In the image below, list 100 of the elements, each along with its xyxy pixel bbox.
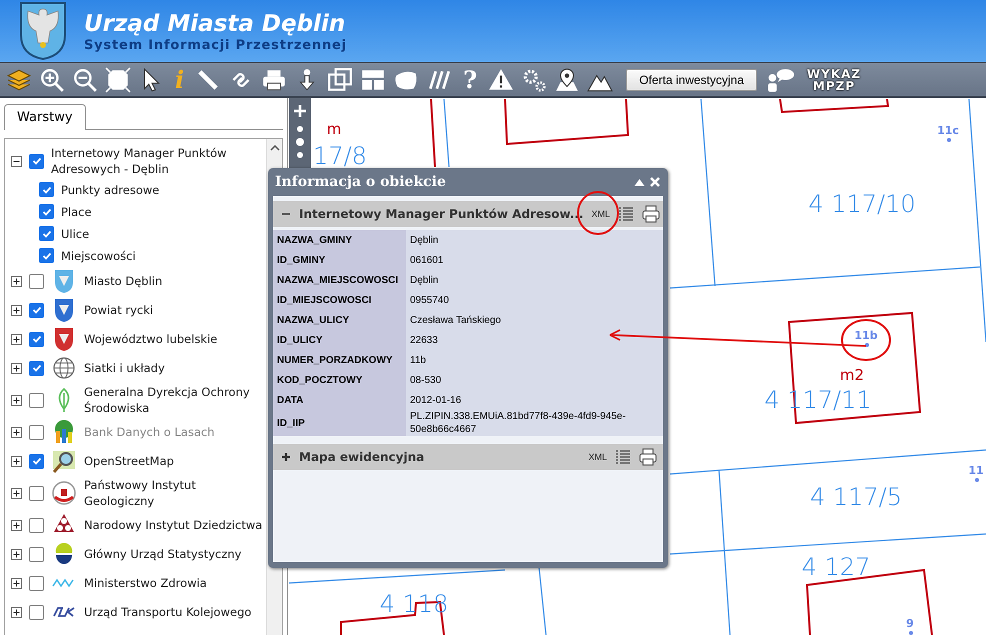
expand-icon[interactable] <box>11 276 22 286</box>
building-label: m2 <box>840 366 864 384</box>
attribute-value: 061601 <box>406 250 663 270</box>
layers-tab[interactable]: Warstwy <box>4 104 86 130</box>
layer-checkbox[interactable] <box>29 518 44 532</box>
list-icon[interactable] <box>618 206 634 222</box>
layer-checkbox[interactable] <box>39 204 54 219</box>
attribute-value: Dęblin <box>406 230 663 250</box>
expand-icon[interactable] <box>11 362 22 374</box>
expand-icon[interactable] <box>11 456 22 466</box>
layer-name: OpenStreetMap <box>84 453 174 469</box>
highlight-circle <box>841 319 891 361</box>
close-icon[interactable] <box>649 176 661 188</box>
layer-name: Bank Danych o Lasach <box>84 424 215 440</box>
layer-name: Miejscowości <box>61 248 136 264</box>
checkmark-icon <box>30 304 42 316</box>
app-subtitle: System Informacji Przestrzennej <box>84 38 347 52</box>
expand-icon[interactable] <box>11 578 22 588</box>
layer-checkbox[interactable] <box>29 332 44 346</box>
attribute-name: KOD_POCZTOWY <box>273 370 406 390</box>
attribute-name: DATA <box>273 390 406 410</box>
map-magnifier-icon <box>51 448 77 474</box>
checkmark-icon <box>30 333 42 345</box>
section-header[interactable]: Mapa ewidencyjna XML <box>273 444 663 470</box>
layer-checkbox[interactable] <box>29 546 44 562</box>
print-icon[interactable] <box>642 205 660 223</box>
attribute-name: NAZWA_GMINY <box>273 230 406 250</box>
section-title: Mapa ewidencyjna <box>299 450 426 464</box>
layer-checkbox[interactable] <box>39 248 54 263</box>
layer-checkbox[interactable] <box>29 576 44 590</box>
parcel-label: 4 117/5 <box>810 483 902 511</box>
parcel-boundary <box>443 98 450 168</box>
coat-of-arms-icon <box>18 1 68 61</box>
attribute-value: PL.ZIPIN.338.EMUiA.81bd77f8-439e-4fd9-945e-50e8b66c4667 <box>406 410 663 436</box>
layer-name: Siatki i układy <box>84 360 165 376</box>
attribute-value: 0955740 <box>406 290 663 310</box>
expand-icon[interactable] <box>11 548 22 560</box>
layer-name: Powiat rycki <box>84 302 154 318</box>
extent-icon[interactable] <box>105 66 131 92</box>
attribute-name: ID_IIP <box>273 410 406 436</box>
map-pin-icon[interactable] <box>554 66 580 92</box>
layer-checkbox[interactable] <box>29 154 44 168</box>
attribute-value: 22633 <box>406 330 663 350</box>
layer-name: Punkty adresowe <box>61 182 160 198</box>
layer-name: Województwo lubelskie <box>84 331 218 347</box>
layer-name: Narodowy Instytut Dziedzictwa <box>84 517 262 533</box>
expand-icon[interactable] <box>11 394 22 406</box>
attribute-value: 11b <box>406 350 663 370</box>
building-label: m <box>326 120 342 138</box>
address-label: 11 <box>968 464 984 477</box>
layer-checkbox[interactable] <box>29 360 44 376</box>
mpzp-list-button[interactable]: WYKAZ MPZP <box>802 68 866 92</box>
expand-icon[interactable] <box>11 488 22 498</box>
layer-name: Główny Urząd Statystyczny <box>84 546 242 562</box>
address-point <box>865 343 869 347</box>
print-icon[interactable] <box>639 448 657 466</box>
help-tool-button[interactable]: ? <box>459 66 482 92</box>
layer-name: Generalna Dyrekcja Ochrony Środowiska <box>84 384 251 416</box>
zoom-out-icon[interactable] <box>72 66 98 92</box>
windows-icon[interactable] <box>327 66 354 92</box>
layer-checkbox[interactable] <box>29 392 44 408</box>
xml-link[interactable]: XML <box>591 209 610 219</box>
layer-name: Urząd Transportu Kolejowego <box>84 604 252 620</box>
layer-checkbox[interactable] <box>39 182 54 197</box>
layer-checkbox[interactable] <box>29 454 44 468</box>
collapse-icon[interactable] <box>11 156 22 166</box>
scroll-up-icon[interactable] <box>270 145 280 151</box>
globe-icon <box>51 355 77 381</box>
expand-icon[interactable] <box>11 606 22 618</box>
layer-name: Internetowy Manager Punktów Adresowych - Dęblin <box>51 145 228 177</box>
layer-name: Państwowy Instytut Geologiczny <box>84 477 197 509</box>
attribute-name: ID_MIEJSCOWOSCI <box>273 290 406 310</box>
layer-checkbox[interactable] <box>29 486 44 500</box>
parcel-label: 4 127 <box>802 553 870 581</box>
layer-name: Miasto Dęblin <box>84 273 162 289</box>
layer-name: Ulice <box>61 226 90 242</box>
expand-icon[interactable] <box>11 304 22 316</box>
seal-icon <box>51 480 77 506</box>
plus-icon[interactable] <box>281 452 291 462</box>
zoom-in-icon[interactable] <box>293 104 307 118</box>
zoom-in-icon[interactable] <box>39 66 65 92</box>
expand-icon[interactable] <box>11 520 22 530</box>
address-point <box>947 138 951 142</box>
parcel-label: 17/8 <box>313 142 367 170</box>
xml-link[interactable]: XML <box>588 452 607 462</box>
warning-icon[interactable] <box>488 66 514 92</box>
layer-checkbox[interactable] <box>29 274 44 288</box>
expand-icon[interactable] <box>11 334 22 344</box>
layer-checkbox[interactable] <box>29 604 44 620</box>
layer-checkbox[interactable] <box>29 302 44 318</box>
investment-offer-button[interactable]: Oferta inwestycyjna <box>626 68 757 90</box>
list-icon[interactable] <box>615 449 631 465</box>
parcel-boundary <box>538 566 547 635</box>
layer-name: Ministerstwo Zdrowia <box>84 575 207 591</box>
attribute-value: Dęblin <box>406 270 663 290</box>
attribute-value: Czesława Tańskiego <box>406 310 663 330</box>
checkmark-icon <box>30 155 42 167</box>
layer-checkbox[interactable] <box>39 226 54 241</box>
attribute-value: 2012-01-16 <box>406 390 663 410</box>
address-point <box>909 631 913 635</box>
